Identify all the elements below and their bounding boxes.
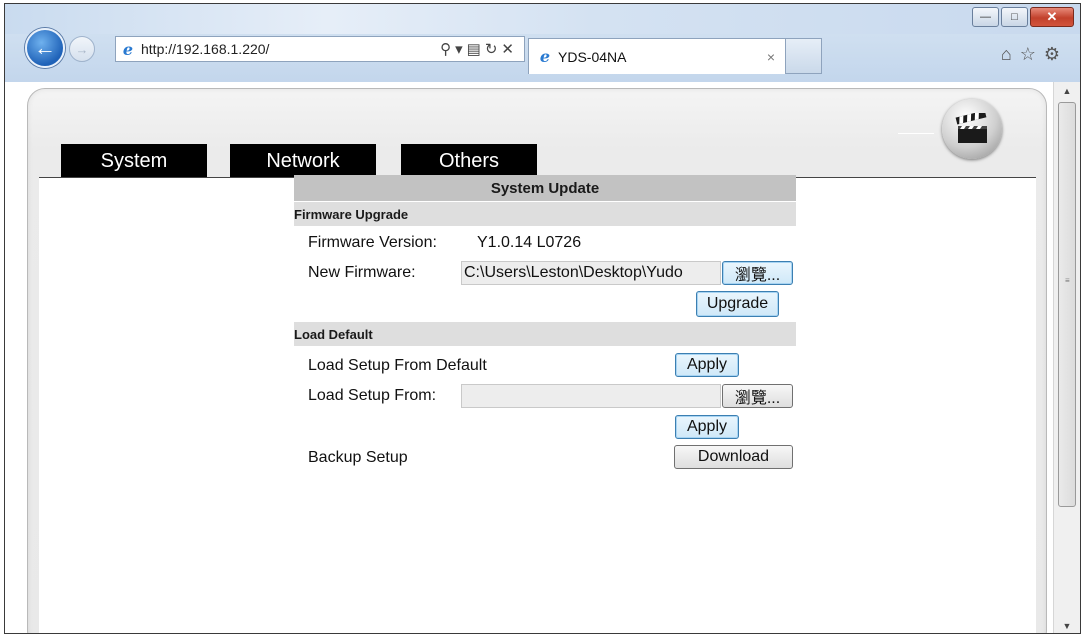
arrow-right-icon: → [75,41,89,57]
browser-toolbar-icons: ⌂☆⚙ [1001,44,1068,65]
clapperboard-icon [955,113,987,143]
new-firmware-label: New Firmware: [308,264,416,281]
apply-setup-button[interactable]: Apply [675,415,739,439]
load-setup-from-label: Load Setup From: [308,387,437,404]
page-card: System Network Others System Update Firm… [27,88,1047,633]
gear-icon[interactable]: ⚙ [1044,44,1068,64]
address-tools: ⚲▾▤↻✕ [440,40,518,58]
close-window-button[interactable]: ✕ [1030,7,1074,27]
scroll-grip-icon: ≡ [1065,276,1070,285]
ie-icon: e [122,39,134,59]
download-button[interactable]: Download [674,445,793,469]
stop-icon[interactable]: ✕ [501,41,518,58]
tab-others[interactable]: Others [401,144,537,178]
search-icon[interactable]: ⚲ [440,41,455,58]
vertical-scrollbar[interactable]: ▲ ≡ ▼ [1053,82,1080,633]
clapperboard-logo [942,99,1002,159]
browser-tab[interactable]: e YDS-04NA × [528,38,786,74]
window-controls: — □ ✕ [970,7,1074,27]
tab-network[interactable]: Network [230,144,376,178]
tab-close-icon[interactable]: × [767,49,775,65]
upgrade-button[interactable]: Upgrade [696,291,779,317]
address-url: http://192.168.1.220/ [141,41,270,57]
load-from-default-label: Load Setup From Default [308,357,487,374]
scroll-up-icon[interactable]: ▲ [1054,82,1080,100]
minimize-button[interactable]: — [972,7,999,27]
browser-chrome: — □ ✕ ← → e http://192.168.1.220/ ⚲▾▤↻✕ … [5,4,1080,82]
section-load-default: Load Default [294,322,796,346]
maximize-button[interactable]: □ [1001,7,1028,27]
scroll-down-icon[interactable]: ▼ [1054,617,1080,633]
compat-view-icon[interactable]: ▤ [467,41,485,58]
new-tab-button[interactable] [786,38,822,74]
favorites-star-icon[interactable]: ☆ [1020,44,1044,64]
page-viewport: System Network Others System Update Firm… [5,82,1055,633]
backup-setup-label: Backup Setup [308,449,408,466]
load-setup-browse-button[interactable]: 瀏覽... [722,384,793,408]
tab-system[interactable]: System [61,144,207,178]
dropdown-icon[interactable]: ▾ [455,41,467,58]
logo-divider [898,133,934,134]
section-firmware-upgrade: Firmware Upgrade [294,202,796,226]
new-firmware-file-input[interactable]: C:\Users\Leston\Desktop\Yudo [461,261,721,285]
browser-window: — □ ✕ ← → e http://192.168.1.220/ ⚲▾▤↻✕ … [4,3,1081,634]
panel-title: System Update [294,175,796,201]
tab-ie-icon: e [539,47,551,66]
address-bar[interactable]: e http://192.168.1.220/ ⚲▾▤↻✕ [115,36,525,62]
firmware-version-value: Y1.0.14 L0726 [477,234,582,251]
refresh-icon[interactable]: ↻ [485,41,502,58]
load-setup-file-input[interactable] [461,384,721,408]
arrow-left-icon: ← [34,35,56,60]
home-icon[interactable]: ⌂ [1001,44,1020,64]
back-button[interactable]: ← [25,28,65,68]
scroll-thumb[interactable]: ≡ [1058,102,1076,507]
apply-default-button[interactable]: Apply [675,353,739,377]
firmware-version-label: Firmware Version: [308,234,437,251]
firmware-browse-button[interactable]: 瀏覽... [722,261,793,285]
forward-button[interactable]: → [69,36,95,62]
tab-title: YDS-04NA [558,48,627,65]
